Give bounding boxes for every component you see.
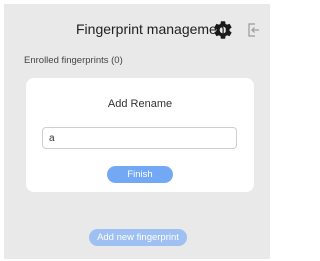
page-title: Fingerprint management bbox=[76, 21, 229, 37]
rename-dialog: Add Rename Finish bbox=[26, 78, 254, 192]
dialog-title: Add Rename bbox=[107, 98, 173, 110]
exit-icon[interactable] bbox=[246, 22, 262, 38]
rename-input[interactable] bbox=[42, 127, 237, 149]
app-screen: Fingerprint management Enrolled fingerpr… bbox=[4, 4, 270, 259]
finish-button[interactable]: Finish bbox=[107, 166, 173, 183]
enrolled-count: Enrolled fingerprints (0) bbox=[24, 55, 123, 66]
top-bar: Fingerprint management bbox=[4, 4, 270, 50]
add-fingerprint-button[interactable]: Add new fingerprint bbox=[89, 229, 187, 246]
gear-icon[interactable] bbox=[212, 19, 234, 41]
